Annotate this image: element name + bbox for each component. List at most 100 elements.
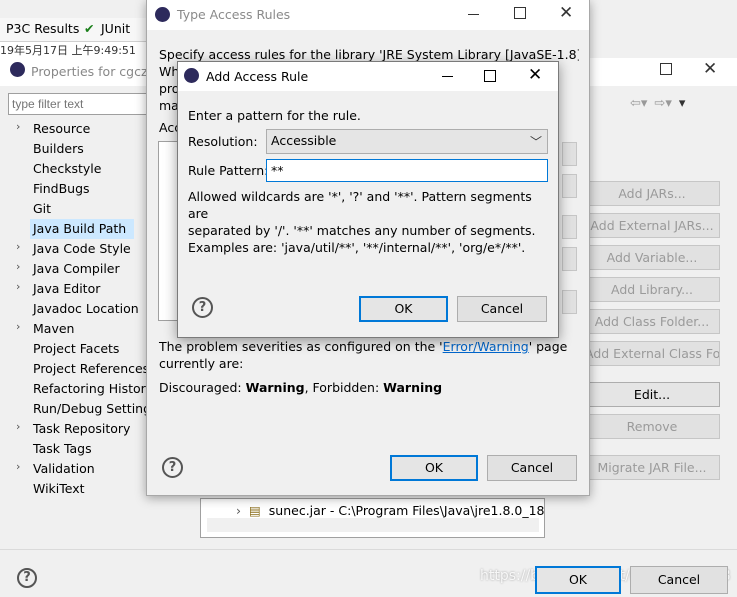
history-nav: ⇦▾ ⇨▾ ▾ [630,96,692,111]
help-icon[interactable]: ? [192,297,213,318]
side-button[interactable] [562,174,577,198]
library-item[interactable]: › ▤ sunec.jar - C:\Program Files\Java\jr… [236,503,545,518]
severity-prefix: The problem severities as configured on … [159,339,443,354]
close-icon[interactable]: ✕ [703,59,717,79]
tab-p3c-results[interactable]: P3C Results [6,21,79,36]
tree-item-label: Resource [33,121,91,136]
discouraged-label: Discouraged: [159,380,246,395]
discouraged-value: Warning [245,380,305,395]
resolution-select[interactable]: Accessible [266,129,548,154]
back-arrow-icon[interactable]: ⇦▾ [630,96,647,111]
tree-item[interactable]: › Resource [12,119,162,139]
tree-item[interactable]: › Validation [12,459,162,479]
tree-item[interactable]: Project References [12,359,162,379]
properties-title: Properties for cgcz [31,64,148,79]
side-button[interactable] [562,142,577,166]
side-button[interactable]: Add External Class Folder... [584,341,720,366]
help-line: Examples are: 'java/util/**', '**/intern… [188,240,526,255]
tree-item-label: Java Code Style [33,241,131,256]
tree-item[interactable]: › Java Code Style [12,239,162,259]
side-button[interactable]: Migrate JAR File... [584,455,720,480]
side-button[interactable] [562,290,577,314]
eclipse-icon [10,62,25,77]
rule-pattern-label: Rule Pattern: [188,163,269,178]
maximize-icon[interactable] [484,70,496,82]
chevron-right-icon[interactable]: › [236,503,241,518]
chevron-right-icon[interactable]: › [16,120,20,133]
minimize-icon[interactable] [468,14,479,15]
side-button[interactable]: Add Variable... [584,245,720,270]
tree-item-label: Checkstyle [33,161,102,176]
tree-item[interactable]: Java Build Path [30,219,134,239]
tree-item-label: Validation [33,461,95,476]
chevron-right-icon[interactable]: › [16,240,20,253]
ok-button[interactable]: OK [535,566,621,594]
side-button[interactable]: Add Library... [584,277,720,302]
tree-item[interactable]: › Maven [12,319,162,339]
side-button[interactable]: Remove [584,414,720,439]
forward-arrow-icon[interactable]: ⇨▾ [654,96,671,111]
ok-button[interactable]: OK [359,296,448,322]
close-icon[interactable]: ✕ [559,3,573,23]
help-line: separated by '/'. '**' matches any numbe… [188,223,536,238]
console-timestamp: 19年5月17日 上午9:49:51 [0,42,150,58]
side-button[interactable]: Add External JARs... [584,213,720,238]
side-button[interactable]: Add Class Folder... [584,309,720,334]
side-button[interactable]: Edit... [584,382,720,407]
dialog-title: Type Access Rules [177,7,291,22]
tree-item[interactable]: › Java Editor [12,279,162,299]
tree-item-label: Git [33,201,52,216]
tree-item-label: Javadoc Location [33,301,139,316]
chevron-down-icon[interactable]: ﹀ [530,133,542,150]
chevron-right-icon[interactable]: › [16,320,20,333]
chevron-right-icon[interactable]: › [16,260,20,273]
tree-item[interactable]: › Task Repository [12,419,162,439]
tree-item-label: Refactoring History [33,381,154,396]
text-fragment: ma [159,98,179,113]
tree-item[interactable]: › Java Compiler [12,259,162,279]
tree-item-label: Builders [33,141,84,156]
ok-button[interactable]: OK [390,455,478,481]
tree-item[interactable]: Project Facets [12,339,162,359]
chevron-right-icon[interactable]: › [16,420,20,433]
tree-item[interactable]: Task Tags [12,439,162,459]
jar-icon: ▤ [248,503,261,518]
tree-item[interactable]: Refactoring History [12,379,162,399]
tree-item[interactable]: Git [12,199,162,219]
tree-item[interactable]: Run/Debug Settings [12,399,162,419]
tree-item[interactable]: WikiText [12,479,162,499]
error-warning-link[interactable]: Error/Warning [443,339,529,354]
chevron-right-icon[interactable]: › [16,460,20,473]
tree-item[interactable]: Javadoc Location [12,299,162,319]
severity-values: Discouraged: Warning, Forbidden: Warning [159,380,442,395]
junit-icon: ✔ [84,21,95,36]
tree-item[interactable]: Checkstyle [12,159,162,179]
side-button[interactable] [562,215,577,239]
forbidden-label: , Forbidden: [304,380,384,395]
side-button[interactable]: Add JARs... [584,181,720,206]
tree-item[interactable]: Builders [12,139,162,159]
maximize-icon[interactable] [660,63,672,75]
help-icon[interactable]: ? [17,568,37,588]
cancel-button[interactable]: Cancel [630,566,728,594]
view-menu-icon[interactable]: ▾ [679,96,686,111]
tree-item[interactable]: FindBugs [12,179,162,199]
close-icon[interactable]: ✕ [528,65,542,85]
filter-input[interactable] [8,93,148,115]
maximize-icon[interactable] [514,7,526,19]
horizontal-scrollbar[interactable] [207,518,539,532]
tab-junit[interactable]: JUnit [101,21,130,36]
divider [0,549,737,550]
minimize-icon[interactable] [442,76,453,77]
cancel-button[interactable]: Cancel [487,455,577,481]
side-button[interactable] [562,247,577,271]
view-tab-bar: P3C Results ✔ JUnit [0,18,150,42]
dialog-prompt: Enter a pattern for the rule. [188,108,361,123]
wildcard-help-text: Allowed wildcards are '*', '?' and '**'.… [188,188,548,256]
dialog-title: Add Access Rule [206,69,309,84]
cancel-button[interactable]: Cancel [457,296,547,322]
tree-item-label: FindBugs [33,181,90,196]
help-icon[interactable]: ? [162,457,183,478]
rule-pattern-input[interactable] [266,159,548,182]
chevron-right-icon[interactable]: › [16,280,20,293]
